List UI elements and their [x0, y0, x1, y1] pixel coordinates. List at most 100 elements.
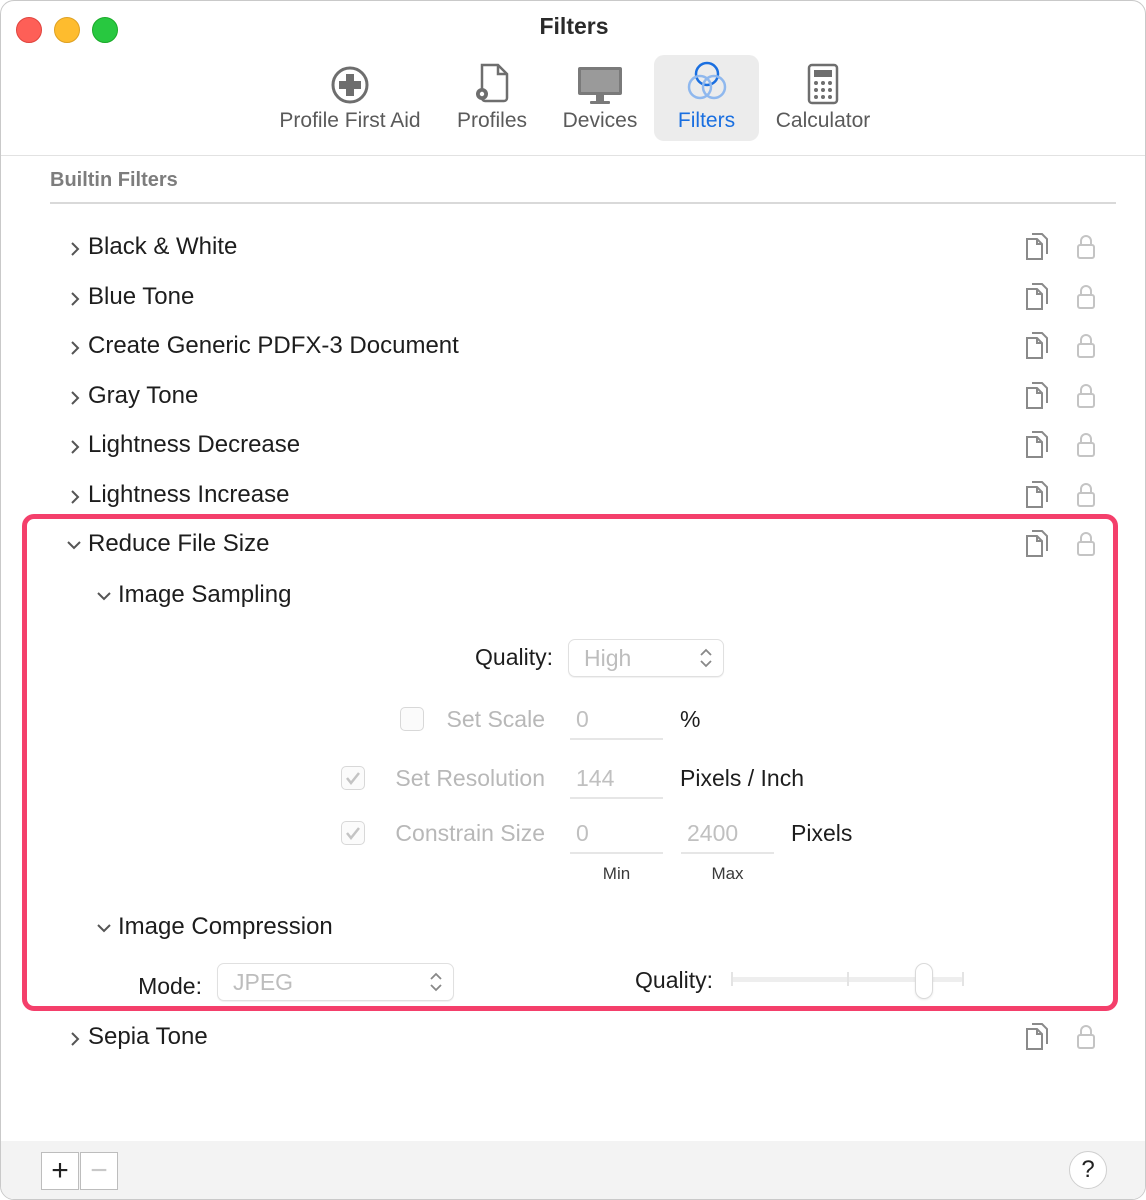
constrain-size-unit: Pixels — [791, 820, 853, 846]
min-caption: Min — [602, 864, 631, 883]
profiles-icon — [470, 55, 514, 105]
filter-row-blue-tone[interactable]: Blue Tone — [1, 277, 1145, 321]
set-scale-field[interactable]: 0 — [570, 700, 663, 740]
constrain-size-min-field[interactable]: 0 — [570, 814, 663, 854]
toolbar-profile-first-aid[interactable]: Profile First Aid — [267, 55, 433, 141]
filter-label: Reduce File Size — [88, 530, 270, 557]
chevron-right-icon[interactable] — [67, 388, 83, 408]
set-resolution-unit: Pixels / Inch — [680, 765, 804, 791]
sampling-quality-value: High — [584, 645, 632, 671]
duplicate-icon[interactable] — [1023, 479, 1051, 511]
lock-icon[interactable] — [1076, 233, 1096, 261]
filter-label: Black & White — [88, 233, 238, 260]
constrain-size-checkbox[interactable] — [341, 821, 365, 845]
duplicate-icon[interactable] — [1023, 231, 1051, 263]
remove-filter-button[interactable]: − — [80, 1152, 118, 1190]
up-down-arrows-icon — [700, 648, 712, 668]
filter-label: Create Generic PDFX-3 Document — [88, 332, 459, 359]
lock-icon[interactable] — [1076, 481, 1096, 509]
lock-icon[interactable] — [1076, 1023, 1096, 1051]
toolbar-label: Calculator — [775, 109, 871, 132]
add-filter-button[interactable]: + — [41, 1152, 79, 1190]
constrain-size-label: Constrain Size — [395, 820, 545, 846]
toolbar-devices[interactable]: Devices — [553, 55, 647, 141]
toolbar-label: Devices — [562, 109, 638, 132]
set-resolution-label: Set Resolution — [395, 765, 545, 791]
duplicate-icon[interactable] — [1023, 1021, 1051, 1053]
chevron-down-icon[interactable] — [95, 590, 113, 604]
max-caption: Max — [711, 864, 744, 883]
chevron-down-icon[interactable] — [64, 538, 84, 554]
toolbar-filters[interactable]: Filters — [654, 55, 759, 141]
section-divider — [50, 202, 1116, 204]
chevron-right-icon[interactable] — [67, 338, 83, 358]
chevron-right-icon[interactable] — [67, 437, 83, 457]
toolbar-divider — [1, 155, 1145, 156]
sampling-quality-select[interactable]: High — [568, 639, 724, 677]
filter-row-gray-tone[interactable]: Gray Tone — [1, 376, 1145, 420]
slider-tick — [731, 972, 733, 986]
filter-label: Sepia Tone — [88, 1023, 208, 1050]
filter-label: Lightness Increase — [88, 481, 290, 508]
set-scale-value: 0 — [576, 706, 589, 732]
set-scale-unit: % — [680, 706, 701, 732]
chevron-right-icon[interactable] — [67, 1029, 83, 1049]
lock-icon[interactable] — [1076, 283, 1096, 311]
filter-row-reduce-file-size[interactable]: Reduce File Size — [1, 524, 1145, 568]
filter-row-create-generic-pdfx3[interactable]: Create Generic PDFX-3 Document — [1, 326, 1145, 370]
bottom-bar — [1, 1141, 1145, 1199]
image-sampling-title: Image Sampling — [118, 581, 292, 608]
checkmark-icon — [346, 772, 360, 786]
lock-icon[interactable] — [1076, 332, 1096, 360]
chevron-down-icon[interactable] — [95, 922, 113, 936]
set-resolution-field[interactable]: 144 — [570, 759, 663, 799]
chevron-right-icon[interactable] — [67, 289, 83, 309]
constrain-size-min-value: 0 — [576, 820, 589, 846]
constrain-size-max-field[interactable]: 2400 — [681, 814, 774, 854]
checkmark-icon — [346, 827, 360, 841]
filter-label: Gray Tone — [88, 382, 199, 409]
slider-tick — [962, 972, 964, 986]
calculator-icon — [806, 55, 840, 105]
filter-row-lightness-decrease[interactable]: Lightness Decrease — [1, 425, 1145, 469]
compression-mode-value: JPEG — [233, 969, 294, 995]
slider-tick — [847, 972, 849, 986]
filter-row-lightness-increase[interactable]: Lightness Increase — [1, 475, 1145, 519]
duplicate-icon[interactable] — [1023, 429, 1051, 461]
toolbar-calculator[interactable]: Calculator — [765, 55, 881, 141]
help-button[interactable]: ? — [1069, 1151, 1107, 1189]
compression-mode-select[interactable]: JPEG — [217, 963, 454, 1001]
sampling-quality-label: Quality: — [475, 644, 553, 670]
duplicate-icon[interactable] — [1023, 528, 1051, 560]
set-resolution-value: 144 — [576, 765, 615, 791]
compression-mode-label: Mode: — [138, 973, 202, 999]
lock-icon[interactable] — [1076, 382, 1096, 410]
toolbar-label: Filters — [677, 109, 736, 132]
first-aid-icon — [330, 55, 370, 105]
duplicate-icon[interactable] — [1023, 330, 1051, 362]
filter-row-black-white[interactable]: Black & White — [1, 227, 1145, 271]
set-scale-label: Set Scale — [446, 706, 545, 732]
filter-row-sepia-tone[interactable]: Sepia Tone — [1, 1017, 1145, 1061]
lock-icon[interactable] — [1076, 530, 1096, 558]
filter-label: Lightness Decrease — [88, 431, 301, 458]
duplicate-icon[interactable] — [1023, 380, 1051, 412]
filters-icon — [684, 55, 730, 105]
lock-icon[interactable] — [1076, 431, 1096, 459]
constrain-size-max-value: 2400 — [687, 820, 739, 846]
duplicate-icon[interactable] — [1023, 281, 1051, 313]
toolbar-profiles[interactable]: Profiles — [447, 55, 537, 141]
toolbar-label: Profile First Aid — [279, 109, 421, 132]
filters-window: Filters Profile First Aid Profiles Devic… — [0, 0, 1146, 1200]
window-title: Filters — [539, 13, 609, 39]
compression-quality-label: Quality: — [635, 967, 713, 993]
filter-label: Blue Tone — [88, 283, 195, 310]
toolbar-label: Profiles — [456, 109, 528, 132]
chevron-right-icon[interactable] — [67, 487, 83, 507]
section-title: Builtin Filters — [50, 169, 178, 191]
chevron-right-icon[interactable] — [67, 239, 83, 259]
set-resolution-checkbox[interactable] — [341, 766, 365, 790]
display-icon — [576, 55, 624, 105]
up-down-arrows-icon — [430, 972, 442, 992]
compression-quality-slider-knob[interactable] — [914, 963, 933, 999]
